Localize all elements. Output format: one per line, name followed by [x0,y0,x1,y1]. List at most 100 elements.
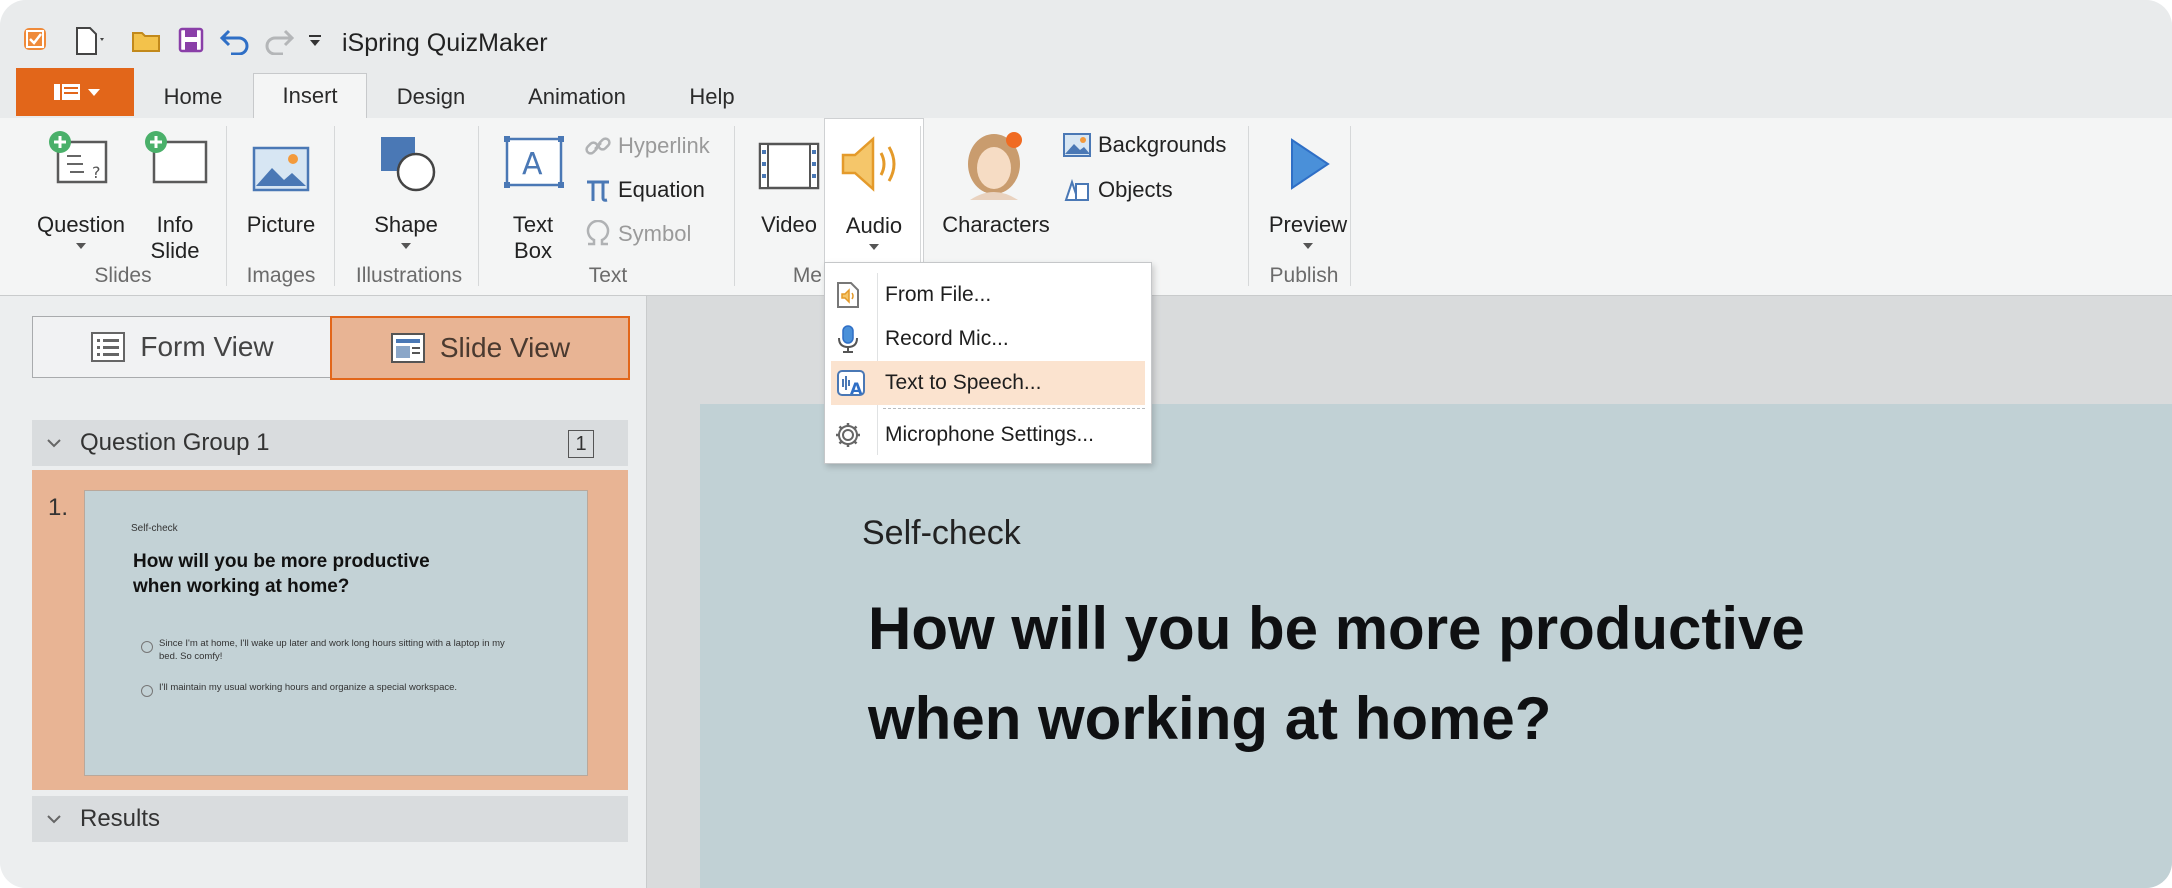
preview-label: Preview [1268,212,1348,237]
thumb-radio-1 [141,641,153,653]
slide-number: 1. [48,494,69,521]
form-view-button[interactable]: Form View [32,316,332,378]
redo-icon[interactable] [263,27,295,60]
thumb-radio-2 [141,685,153,697]
app-logo-icon [24,28,46,50]
backgrounds-button[interactable]: Backgrounds [1062,132,1226,158]
group-label-media: Me [792,264,822,287]
text-to-speech-icon: A [837,370,865,397]
menu-item-record-mic[interactable]: Record Mic... [825,317,1151,361]
shape-label: Shape [374,212,438,237]
svg-text:?: ? [92,163,101,182]
svg-text:A: A [850,379,863,397]
file-menu-button[interactable] [16,68,134,116]
menu-item-text-to-speech[interactable]: A Text to Speech... [831,361,1145,405]
audio-dropdown-menu: From File... Record Mic... A Text to Spe… [824,262,1152,464]
ribbon-separator [334,126,335,286]
question-button[interactable]: ? Question [26,130,136,280]
results-group-header[interactable]: Results [32,796,628,842]
ribbon-separator [734,126,735,286]
tab-help[interactable]: Help [670,76,754,117]
form-view-label: Form View [140,331,274,362]
text-box-icon: A [504,136,564,188]
question-label: Question [36,212,126,237]
hyperlink-label: Hyperlink [618,133,710,158]
ribbon-separator [1350,126,1351,286]
symbol-button[interactable]: Symbol [584,220,691,248]
save-icon[interactable] [178,27,204,58]
info-slide-icon [145,131,208,184]
text-box-button[interactable]: A Text Box [498,130,568,280]
tab-animation[interactable]: Animation [509,76,645,117]
info-slide-label-1: Info [156,212,194,237]
preview-button[interactable]: Preview [1260,130,1356,280]
menu-item-from-file[interactable]: From File... [825,273,1151,317]
background-icon [1063,133,1091,157]
picture-label: Picture [246,212,316,237]
chevron-down-icon [76,243,86,249]
character-icon [968,132,1022,200]
collapse-chevron-icon [47,439,61,448]
slide-thumbnail[interactable]: Self-check How will you be more producti… [84,490,588,776]
audio-label: Audio [845,213,903,238]
tab-home[interactable]: Home [146,76,240,117]
equation-label: Equation [618,177,705,202]
slide-question-line-2[interactable]: when working at home? [868,674,1551,764]
menu-record-mic-label: Record Mic... [885,327,1009,350]
video-label: Video [761,212,817,237]
text-box-label-1: Text [512,212,554,237]
slide-question-line-1[interactable]: How will you be more productive [868,584,1805,674]
equation-button[interactable]: Equation [584,176,705,204]
pi-icon [587,180,609,202]
backgrounds-label: Backgrounds [1098,132,1227,157]
microphone-icon [838,325,858,353]
undo-icon[interactable] [219,27,251,60]
audio-button[interactable]: Audio [824,118,924,264]
thumb-question: How will you be more productive when wor… [133,551,430,597]
objects-label: Objects [1098,177,1173,202]
ribbon-tabs: Home Insert Design Animation Help [0,68,2172,119]
ribbon-separator [226,126,227,286]
info-slide-button[interactable]: Info Slide [140,130,210,280]
question-group-header[interactable]: Question Group 1 1 [32,420,628,466]
thumb-option-1: Since I'm at home, I'll wake up later an… [159,638,505,662]
picture-icon [252,146,310,192]
new-file-icon[interactable] [74,26,108,61]
group-label-text: Text [588,264,628,287]
group-label-slides: Slides [94,264,152,287]
slide-view-button[interactable]: Slide View [330,316,630,380]
svg-text:A: A [522,147,543,182]
hyperlink-button[interactable]: Hyperlink [584,132,710,160]
symbol-label: Symbol [618,221,692,246]
menu-from-file-label: From File... [885,283,992,306]
title-bar: iSpring QuizMaker [0,0,2172,68]
shape-button[interactable]: Shape [356,130,456,280]
objects-button[interactable]: Objects [1062,176,1173,204]
menu-item-microphone-settings[interactable]: Microphone Settings... [825,413,1151,457]
menu-text-to-speech-label: Text to Speech... [885,371,1042,394]
collapse-chevron-icon [47,815,61,824]
group-label-illustrations: Illustrations [355,264,463,287]
form-view-icon [91,332,126,362]
menu-separator [883,408,1145,409]
info-slide-label-2: Slide [150,238,200,263]
ribbon-separator [478,126,479,286]
slide-canvas[interactable]: Self-check How will you be more producti… [700,404,2172,888]
objects-icon [1064,178,1089,201]
play-icon [1291,138,1330,190]
video-button[interactable]: Video [746,130,832,260]
characters-button[interactable]: Characters [936,126,1056,266]
audio-file-icon [837,282,859,308]
menu-mic-settings-label: Microphone Settings... [885,423,1094,446]
slide-view-icon [390,333,425,363]
text-box-label-2: Box [514,238,552,263]
tab-insert[interactable]: Insert [253,73,367,118]
speaker-icon [841,136,896,192]
picture-button[interactable]: Picture [236,130,326,260]
customize-icon[interactable] [308,34,322,53]
shape-icon [381,137,436,192]
ribbon-separator [1248,126,1249,286]
tab-design[interactable]: Design [376,76,486,117]
open-folder-icon[interactable] [131,28,163,59]
slide-label[interactable]: Self-check [862,514,1021,553]
